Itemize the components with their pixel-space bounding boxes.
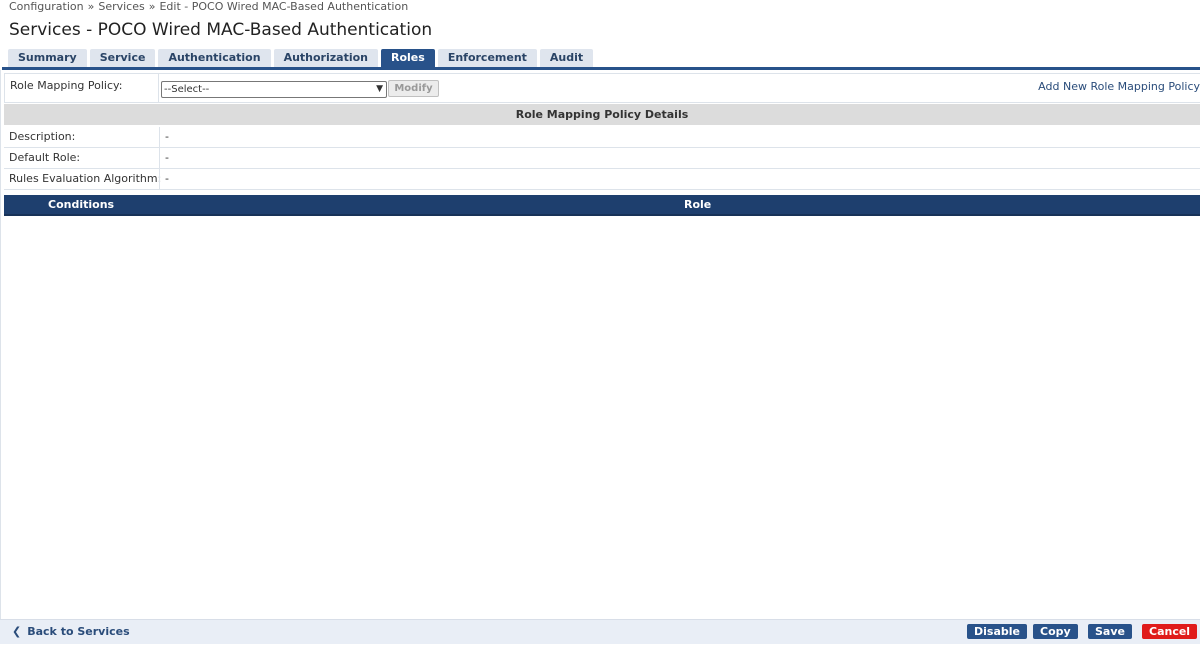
tab-enforcement[interactable]: Enforcement — [437, 49, 537, 67]
role-mapping-policy-details-header: Role Mapping Policy Details — [4, 104, 1200, 125]
copy-button[interactable]: Copy — [1033, 624, 1078, 639]
breadcrumb-current: Edit - POCO Wired MAC-Based Authenticati… — [159, 0, 409, 13]
role-mapping-policy-select[interactable]: --Select-- ▼ — [161, 81, 387, 98]
breadcrumb-configuration[interactable]: Configuration — [9, 0, 84, 13]
detail-key: Default Role: — [9, 151, 81, 164]
content-left-border — [0, 70, 1, 619]
column-header-role: Role — [684, 198, 712, 211]
breadcrumb: Configuration» Services» Edit - POCO Wired… — [9, 0, 408, 13]
detail-value: - — [165, 130, 169, 143]
detail-key: Rules Evaluation Algorithm: — [9, 172, 162, 185]
detail-row-rules-evaluation-algorithm: Rules Evaluation Algorithm: - — [4, 169, 1200, 190]
detail-row-description: Description: - — [4, 127, 1200, 148]
tab-roles[interactable]: Roles — [381, 49, 435, 67]
breadcrumb-separator: » — [148, 0, 156, 13]
breadcrumb-separator: » — [87, 0, 95, 13]
select-value: --Select-- — [164, 84, 210, 95]
cell-divider — [159, 148, 160, 168]
rules-table-header: Conditions Role — [4, 195, 1200, 216]
chevron-down-icon: ▼ — [376, 84, 383, 94]
add-new-role-mapping-policy-link[interactable]: Add New Role Mapping Policy — [1038, 80, 1200, 93]
role-mapping-policy-label: Role Mapping Policy: — [10, 79, 123, 92]
cell-divider — [159, 127, 160, 147]
role-mapping-policy-row: Role Mapping Policy: --Select-- ▼ Modify… — [4, 73, 1200, 103]
tab-service[interactable]: Service — [89, 49, 156, 67]
save-button[interactable]: Save — [1088, 624, 1132, 639]
tab-authorization[interactable]: Authorization — [273, 49, 378, 67]
column-header-conditions: Conditions — [48, 198, 115, 211]
tab-audit[interactable]: Audit — [539, 49, 594, 67]
chevron-left-icon: ❮ — [12, 625, 22, 638]
modify-button[interactable]: Modify — [388, 80, 439, 97]
tab-authentication[interactable]: Authentication — [158, 49, 271, 67]
detail-row-default-role: Default Role: - — [4, 148, 1200, 169]
page-title: Services - POCO Wired MAC-Based Authenti… — [9, 20, 433, 40]
tab-underline — [2, 67, 1200, 70]
detail-key: Description: — [9, 130, 76, 143]
footer-bar: ❮ Back to Services Disable Copy Save Canc… — [0, 619, 1200, 644]
tab-bar: Summary Service Authentication Authoriza… — [8, 49, 594, 67]
back-to-services-link[interactable]: ❮ Back to Services — [12, 625, 130, 638]
detail-value: - — [165, 151, 169, 164]
detail-value: - — [165, 172, 169, 185]
disable-button[interactable]: Disable — [967, 624, 1027, 639]
cancel-button[interactable]: Cancel — [1142, 624, 1198, 639]
cell-divider — [159, 169, 160, 189]
breadcrumb-services[interactable]: Services — [98, 0, 144, 13]
back-to-services-label: Back to Services — [27, 625, 130, 638]
tab-summary[interactable]: Summary — [8, 49, 87, 67]
cell-divider — [158, 74, 159, 102]
